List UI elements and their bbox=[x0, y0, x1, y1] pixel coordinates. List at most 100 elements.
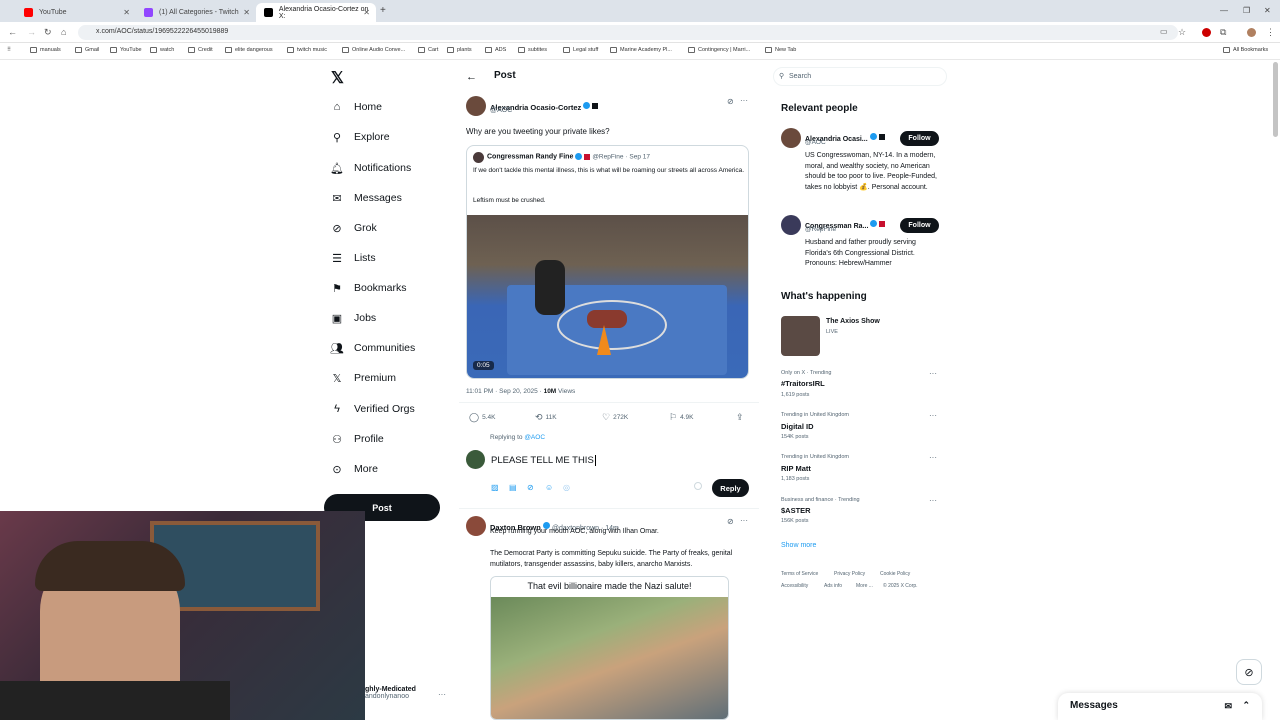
more-dots-icon[interactable]: ··· bbox=[929, 453, 937, 462]
more-dots-icon[interactable]: ··· bbox=[929, 369, 937, 378]
close-window-icon[interactable]: ✕ bbox=[1264, 6, 1271, 15]
more-dots-icon[interactable]: ··· bbox=[929, 411, 937, 420]
video-player[interactable]: 0:05 bbox=[467, 215, 748, 378]
live-show-name[interactable]: The Axios Show bbox=[826, 318, 880, 325]
trend-item[interactable]: Digital ID bbox=[781, 422, 814, 431]
bookmark-item[interactable]: Contingency | Marri... bbox=[688, 47, 750, 53]
share-icon[interactable]: ⇪ bbox=[736, 412, 744, 423]
grok-fab-button[interactable]: ⊘ bbox=[1236, 659, 1262, 685]
tab-x-post[interactable]: Alexandria Ocasio-Cortez on X: ✕ bbox=[256, 3, 376, 22]
star-icon[interactable]: ☆ bbox=[1178, 27, 1186, 38]
back-icon[interactable]: ← bbox=[8, 27, 17, 37]
bookmark-item[interactable]: subtites bbox=[518, 47, 547, 53]
reply-input[interactable]: PLEASE TELL ME THIS bbox=[491, 455, 596, 466]
trend-item[interactable]: #TraitorsIRL bbox=[781, 379, 825, 388]
url-field[interactable]: x.com/AOC/status/1969522226455019889 bbox=[78, 25, 1178, 40]
close-icon[interactable]: ✕ bbox=[123, 8, 130, 17]
account-switcher[interactable]: ghly-Medicated andonlynanoo bbox=[365, 686, 416, 700]
image-icon[interactable]: ▨ bbox=[491, 483, 499, 492]
trend-item[interactable]: RIP Matt bbox=[781, 464, 811, 473]
messages-drawer[interactable]: Messages ✉ ⌃ bbox=[1058, 693, 1262, 720]
menu-icon[interactable]: ⋮ bbox=[1266, 27, 1275, 38]
bookmark-item[interactable]: Online Audio Conve... bbox=[342, 47, 405, 53]
grok-icon[interactable]: ⊘ bbox=[527, 483, 534, 492]
minimize-icon[interactable]: — bbox=[1220, 6, 1228, 15]
repost-count[interactable]: ⟲ 11K bbox=[535, 412, 557, 423]
bookmark-item[interactable]: Credit bbox=[188, 47, 213, 53]
nav-more[interactable]: ⊙ More bbox=[330, 457, 460, 481]
gif-icon[interactable]: ▤ bbox=[509, 483, 517, 492]
avatar[interactable] bbox=[466, 96, 486, 116]
chevron-up-icon[interactable]: ⌃ bbox=[1242, 700, 1250, 711]
nav-home[interactable]: ⌂ Home bbox=[330, 95, 460, 119]
emoji-icon[interactable]: ☺ bbox=[545, 483, 553, 492]
nav-messages[interactable]: ✉ Messages bbox=[330, 186, 460, 210]
quoted-post[interactable]: Congressman Randy Fine @RepFine · Sep 17… bbox=[466, 145, 749, 379]
nav-premium[interactable]: 𝕏 Premium bbox=[330, 366, 460, 390]
footer-link[interactable]: More ... bbox=[856, 583, 873, 589]
close-icon[interactable]: ✕ bbox=[243, 8, 250, 17]
bookmark-item[interactable]: twitch music bbox=[287, 47, 327, 53]
trend-item[interactable]: $ASTER bbox=[781, 506, 811, 515]
extension-icon[interactable] bbox=[1202, 28, 1211, 37]
bookmark-item[interactable]: Gmail bbox=[75, 47, 99, 53]
footer-link[interactable]: Accessibility bbox=[781, 583, 808, 589]
cast-icon[interactable]: ▭ bbox=[1160, 27, 1168, 36]
profile-avatar[interactable] bbox=[1247, 28, 1256, 37]
more-dots-icon[interactable]: ··· bbox=[740, 96, 748, 105]
compose-message-icon[interactable]: ✉ bbox=[1224, 701, 1232, 712]
reply-image[interactable]: That evil billionaire made the Nazi salu… bbox=[490, 576, 729, 720]
more-dots-icon[interactable]: ··· bbox=[740, 516, 748, 525]
person-handle[interactable]: @RepFine bbox=[805, 226, 836, 233]
footer-link[interactable]: Terms of Service bbox=[781, 571, 818, 577]
avatar[interactable] bbox=[781, 215, 801, 235]
nav-notifications[interactable]: 🔔︎ Notifications bbox=[330, 156, 460, 180]
back-arrow-icon[interactable]: ← bbox=[466, 71, 477, 83]
extensions-icon[interactable]: ⧉ bbox=[1220, 27, 1226, 38]
nav-verified-orgs[interactable]: ϟ Verified Orgs bbox=[330, 397, 460, 421]
all-bookmarks[interactable]: All Bookmarks bbox=[1223, 47, 1268, 53]
forward-icon[interactable]: → bbox=[27, 27, 36, 37]
like-count[interactable]: ♡ 272K bbox=[602, 412, 628, 423]
nav-lists[interactable]: ☰ Lists bbox=[330, 246, 460, 270]
more-dots-icon[interactable]: ··· bbox=[929, 496, 937, 505]
search-input[interactable]: ⚲ Search bbox=[773, 67, 947, 86]
footer-link[interactable]: Ads info bbox=[824, 583, 842, 589]
nav-explore[interactable]: ⚲ Explore bbox=[330, 125, 460, 149]
bookmark-item[interactable]: ADS bbox=[485, 47, 506, 53]
show-more-link[interactable]: Show more bbox=[781, 542, 816, 549]
tab-twitch[interactable]: (1) All Categories - Twitch ✕ bbox=[136, 3, 256, 22]
nav-jobs[interactable]: ▣ Jobs bbox=[330, 306, 460, 330]
footer-link[interactable]: Cookie Policy bbox=[880, 571, 910, 577]
reply-count[interactable]: ◯ 5.4K bbox=[469, 412, 495, 423]
follow-button[interactable]: Follow bbox=[900, 131, 939, 146]
home-icon[interactable]: ⌂ bbox=[61, 27, 66, 37]
close-icon[interactable]: ✕ bbox=[363, 8, 370, 17]
more-dots-icon[interactable]: ··· bbox=[438, 690, 446, 699]
bookmark-item[interactable]: elite dangerous bbox=[225, 47, 273, 53]
maximize-icon[interactable]: ❐ bbox=[1243, 6, 1250, 15]
person-handle[interactable]: @AOC bbox=[805, 139, 826, 146]
scrollbar[interactable] bbox=[1273, 62, 1278, 137]
bookmark-item[interactable]: manuals bbox=[30, 47, 61, 53]
nav-bookmarks[interactable]: ⚑ Bookmarks bbox=[330, 276, 460, 300]
live-thumbnail[interactable] bbox=[781, 316, 820, 356]
bookmark-item[interactable]: Marine Academy Pl... bbox=[610, 47, 672, 53]
reply-button[interactable]: Reply bbox=[712, 479, 749, 497]
nav-profile[interactable]: ⚇ Profile bbox=[330, 427, 460, 451]
follow-button[interactable]: Follow bbox=[900, 218, 939, 233]
bookmark-count[interactable]: ⚐ 4.9K bbox=[669, 412, 693, 423]
tab-youtube[interactable]: YouTube ✕ bbox=[16, 3, 136, 22]
grok-icon[interactable]: ⊘ bbox=[727, 517, 734, 526]
bookmark-item[interactable]: watch bbox=[150, 47, 174, 53]
new-tab-button[interactable]: + bbox=[380, 5, 386, 16]
apps-icon[interactable]: ⠿ bbox=[7, 47, 11, 53]
x-logo-icon[interactable]: 𝕏 bbox=[331, 68, 344, 88]
avatar[interactable] bbox=[781, 128, 801, 148]
nav-communities[interactable]: 👥︎ Communities bbox=[330, 336, 460, 360]
bookmark-item[interactable]: plants bbox=[447, 47, 472, 53]
reload-icon[interactable]: ↻ bbox=[44, 27, 52, 38]
footer-link[interactable]: Privacy Policy bbox=[834, 571, 865, 577]
nav-grok[interactable]: ⊘ Grok bbox=[330, 216, 460, 240]
location-icon[interactable]: ◎ bbox=[563, 483, 570, 492]
